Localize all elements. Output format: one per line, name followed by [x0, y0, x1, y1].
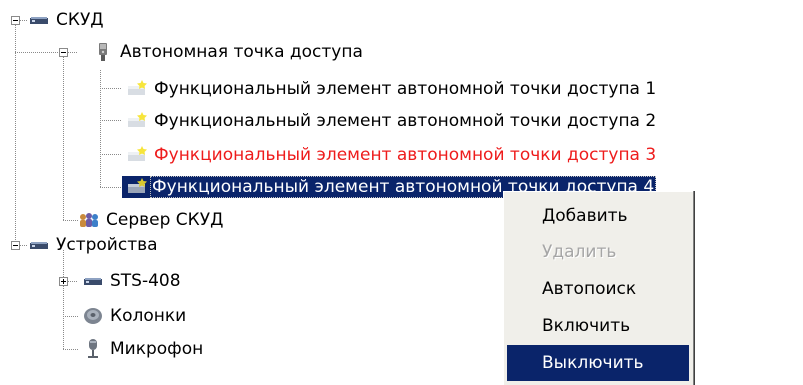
expander-devices[interactable]	[11, 241, 20, 250]
tree-node-label: Функциональный элемент автономной точки …	[154, 79, 657, 99]
tree-node-devices[interactable]: Устройства	[28, 233, 160, 257]
tree-node-autonomous-access-point[interactable]: Автономная точка доступа	[92, 40, 365, 64]
tree-node-skud[interactable]: СКУД	[28, 8, 106, 32]
tree-node-label: СКУД	[56, 10, 104, 30]
tree-node-sts-408[interactable]: STS-408	[82, 269, 183, 293]
menu-item-label: Удалить	[542, 242, 617, 262]
tree-node-label: Функциональный элемент автономной точки …	[154, 111, 657, 131]
server-users-icon	[80, 213, 98, 227]
tree-node-label: Колонки	[110, 306, 187, 326]
tree-node-label: Устройства	[56, 235, 158, 255]
menu-item-enable[interactable]: Включить	[507, 308, 689, 344]
access-point-icon	[99, 43, 107, 61]
tree-node-functional-element-3[interactable]: Функциональный элемент автономной точки …	[126, 143, 658, 167]
context-menu: Добавить Удалить Автопоиск Включить Выкл…	[503, 191, 693, 385]
functional-element-icon	[128, 80, 147, 95]
tree-node-functional-element-1[interactable]: Функциональный элемент автономной точки …	[126, 77, 658, 101]
menu-item-delete: Удалить	[507, 234, 689, 270]
menu-item-label: Включить	[542, 316, 631, 336]
device-icon	[84, 278, 102, 285]
functional-element-icon	[128, 146, 147, 161]
menu-item-label: Выключить	[542, 353, 644, 373]
functional-element-icon	[128, 112, 147, 127]
tree-node-functional-element-2[interactable]: Функциональный элемент автономной точки …	[126, 109, 658, 133]
selection-icon-background	[122, 176, 150, 198]
speaker-icon	[84, 308, 102, 324]
menu-item-label: Автопоиск	[542, 279, 637, 299]
functional-element-icon	[128, 178, 147, 193]
tree-node-label: Микрофон	[110, 339, 204, 359]
device-icon	[30, 17, 48, 24]
expander-autonomous-access-point[interactable]	[59, 48, 68, 57]
device-icon	[30, 242, 48, 249]
menu-item-label: Добавить	[542, 206, 628, 226]
microphone-icon	[88, 339, 98, 358]
menu-item-autosearch[interactable]: Автопоиск	[507, 271, 689, 307]
tree-node-label: STS-408	[110, 271, 181, 291]
expander-sts-408[interactable]	[59, 277, 68, 286]
tree-node-label: Функциональный элемент автономной точки …	[154, 145, 657, 165]
tree-node-label: Автономная точка доступа	[120, 42, 363, 62]
menu-item-disable[interactable]: Выключить	[507, 345, 689, 381]
tree-node-speakers[interactable]: Колонки	[82, 304, 188, 328]
menu-item-add[interactable]: Добавить	[507, 198, 689, 234]
tree-node-label: Сервер СКУД	[106, 210, 224, 230]
tree-node-skud-server[interactable]: Сервер СКУД	[78, 208, 225, 232]
expander-skud[interactable]	[11, 16, 20, 25]
tree-node-microphone[interactable]: Микрофон	[82, 337, 205, 361]
